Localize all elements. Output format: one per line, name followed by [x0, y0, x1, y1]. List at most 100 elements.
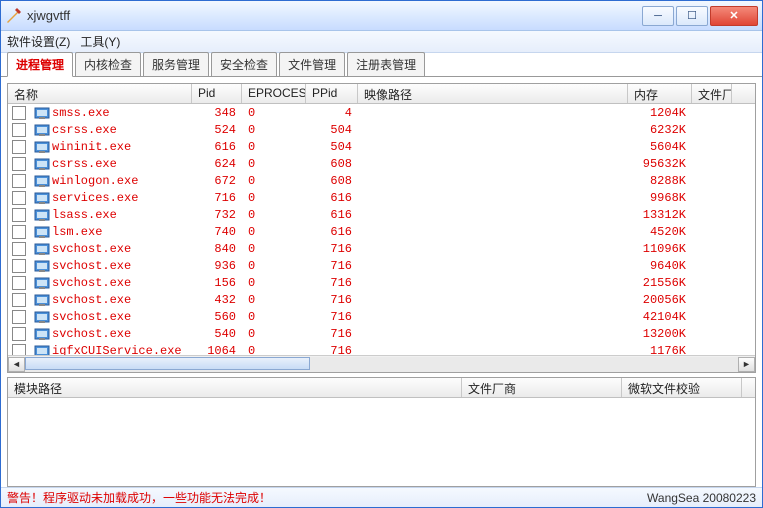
table-row[interactable]: csrss.exe624060895632K: [8, 155, 755, 172]
col-mem[interactable]: 内存: [628, 84, 692, 103]
cell-pid: 716: [192, 191, 242, 205]
table-row[interactable]: svchost.exe432071620056K: [8, 291, 755, 308]
row-checkbox[interactable]: [12, 293, 26, 307]
col-module-path[interactable]: 模块路径: [8, 378, 462, 397]
cell-pid: 540: [192, 327, 242, 341]
table-row[interactable]: svchost.exe560071642104K: [8, 308, 755, 325]
scroll-right-icon[interactable]: ►: [738, 357, 755, 372]
table-row[interactable]: wininit.exe61605045604K: [8, 138, 755, 155]
col-module-vendor[interactable]: 文件厂商: [462, 378, 622, 397]
row-checkbox[interactable]: [12, 327, 26, 341]
col-path[interactable]: 映像路径: [358, 84, 628, 103]
row-checkbox[interactable]: [12, 123, 26, 137]
minimize-button[interactable]: ─: [642, 6, 674, 26]
cell-mem: 9640K: [628, 259, 692, 273]
table-row[interactable]: services.exe71606169968K: [8, 189, 755, 206]
cell-ppid: 608: [306, 157, 358, 171]
cell-mem: 42104K: [628, 310, 692, 324]
row-checkbox[interactable]: [12, 208, 26, 222]
table-row[interactable]: svchost.exe93607169640K: [8, 257, 755, 274]
row-checkbox[interactable]: [12, 157, 26, 171]
tab-security[interactable]: 安全检查: [211, 52, 277, 76]
process-icon: [34, 241, 50, 257]
titlebar[interactable]: xjwgvtff ─ ☐ ✕: [1, 1, 762, 31]
row-checkbox[interactable]: [12, 310, 26, 324]
cell-eprocess: 0: [242, 106, 306, 120]
cell-eprocess: 0: [242, 344, 306, 356]
cell-eprocess: 0: [242, 191, 306, 205]
process-icon: [34, 292, 50, 308]
tab-file[interactable]: 文件管理: [279, 52, 345, 76]
cell-pid: 616: [192, 140, 242, 154]
table-row[interactable]: svchost.exe540071613200K: [8, 325, 755, 342]
module-list[interactable]: [8, 398, 755, 486]
tabbar: 进程管理 内核检查 服务管理 安全检查 文件管理 注册表管理: [1, 53, 762, 77]
cell-eprocess: 0: [242, 140, 306, 154]
process-panel: 名称 Pid EPROCESS PPid 映像路径 内存 文件厂 smss.ex…: [7, 83, 756, 373]
cell-ppid: 616: [306, 208, 358, 222]
col-eprocess[interactable]: EPROCESS: [242, 84, 306, 103]
cell-ppid: 616: [306, 225, 358, 239]
cell-name: svchost.exe: [28, 292, 192, 308]
row-checkbox[interactable]: [12, 174, 26, 188]
table-row[interactable]: winlogon.exe67206088288K: [8, 172, 755, 189]
cell-ppid: 716: [306, 293, 358, 307]
maximize-button[interactable]: ☐: [676, 6, 708, 26]
scroll-left-icon[interactable]: ◄: [8, 357, 25, 372]
process-list[interactable]: smss.exe348041204Kcsrss.exe52405046232Kw…: [8, 104, 755, 355]
tab-kernel[interactable]: 内核检查: [75, 52, 141, 76]
tab-service[interactable]: 服务管理: [143, 52, 209, 76]
process-icon: [34, 326, 50, 342]
cell-eprocess: 0: [242, 208, 306, 222]
row-checkbox[interactable]: [12, 225, 26, 239]
row-checkbox[interactable]: [12, 344, 26, 356]
cell-name: csrss.exe: [28, 156, 192, 172]
col-module-ms[interactable]: 微软文件校验: [622, 378, 742, 397]
table-row[interactable]: csrss.exe52405046232K: [8, 121, 755, 138]
row-checkbox[interactable]: [12, 191, 26, 205]
cell-name: lsm.exe: [28, 224, 192, 240]
process-icon: [34, 275, 50, 291]
cell-mem: 9968K: [628, 191, 692, 205]
cell-name: svchost.exe: [28, 258, 192, 274]
row-checkbox[interactable]: [12, 106, 26, 120]
module-panel: 模块路径 文件厂商 微软文件校验: [7, 377, 756, 487]
row-checkbox[interactable]: [12, 242, 26, 256]
process-icon: [34, 122, 50, 138]
close-button[interactable]: ✕: [710, 6, 758, 26]
table-row[interactable]: igfxCUIService.exe106407161176K: [8, 342, 755, 355]
table-row[interactable]: smss.exe348041204K: [8, 104, 755, 121]
row-checkbox[interactable]: [12, 259, 26, 273]
table-row[interactable]: svchost.exe840071611096K: [8, 240, 755, 257]
col-pid[interactable]: Pid: [192, 84, 242, 103]
cell-eprocess: 0: [242, 310, 306, 324]
app-window: xjwgvtff ─ ☐ ✕ 软件设置(Z) 工具(Y) 进程管理 内核检查 服…: [0, 0, 763, 508]
table-row[interactable]: svchost.exe156071621556K: [8, 274, 755, 291]
col-ppid[interactable]: PPid: [306, 84, 358, 103]
cell-eprocess: 0: [242, 174, 306, 188]
cell-pid: 524: [192, 123, 242, 137]
row-checkbox[interactable]: [12, 140, 26, 154]
cell-pid: 672: [192, 174, 242, 188]
cell-eprocess: 0: [242, 276, 306, 290]
cell-name: svchost.exe: [28, 241, 192, 257]
cell-name: svchost.exe: [28, 326, 192, 342]
cell-ppid: 716: [306, 344, 358, 356]
menu-settings[interactable]: 软件设置(Z): [7, 33, 70, 50]
menu-tools[interactable]: 工具(Y): [80, 33, 120, 50]
horizontal-scrollbar[interactable]: ◄ ►: [8, 355, 755, 372]
app-icon: [5, 8, 21, 24]
window-title: xjwgvtff: [27, 8, 642, 23]
col-name[interactable]: 名称: [8, 84, 192, 103]
cell-pid: 156: [192, 276, 242, 290]
scroll-thumb[interactable]: [25, 357, 310, 370]
tab-registry[interactable]: 注册表管理: [347, 52, 425, 76]
tab-process[interactable]: 进程管理: [7, 52, 73, 77]
cell-name: smss.exe: [28, 105, 192, 121]
col-vendor[interactable]: 文件厂: [692, 84, 732, 103]
cell-ppid: 716: [306, 310, 358, 324]
process-headers: 名称 Pid EPROCESS PPid 映像路径 内存 文件厂: [8, 84, 755, 104]
table-row[interactable]: lsm.exe74006164520K: [8, 223, 755, 240]
row-checkbox[interactable]: [12, 276, 26, 290]
table-row[interactable]: lsass.exe732061613312K: [8, 206, 755, 223]
